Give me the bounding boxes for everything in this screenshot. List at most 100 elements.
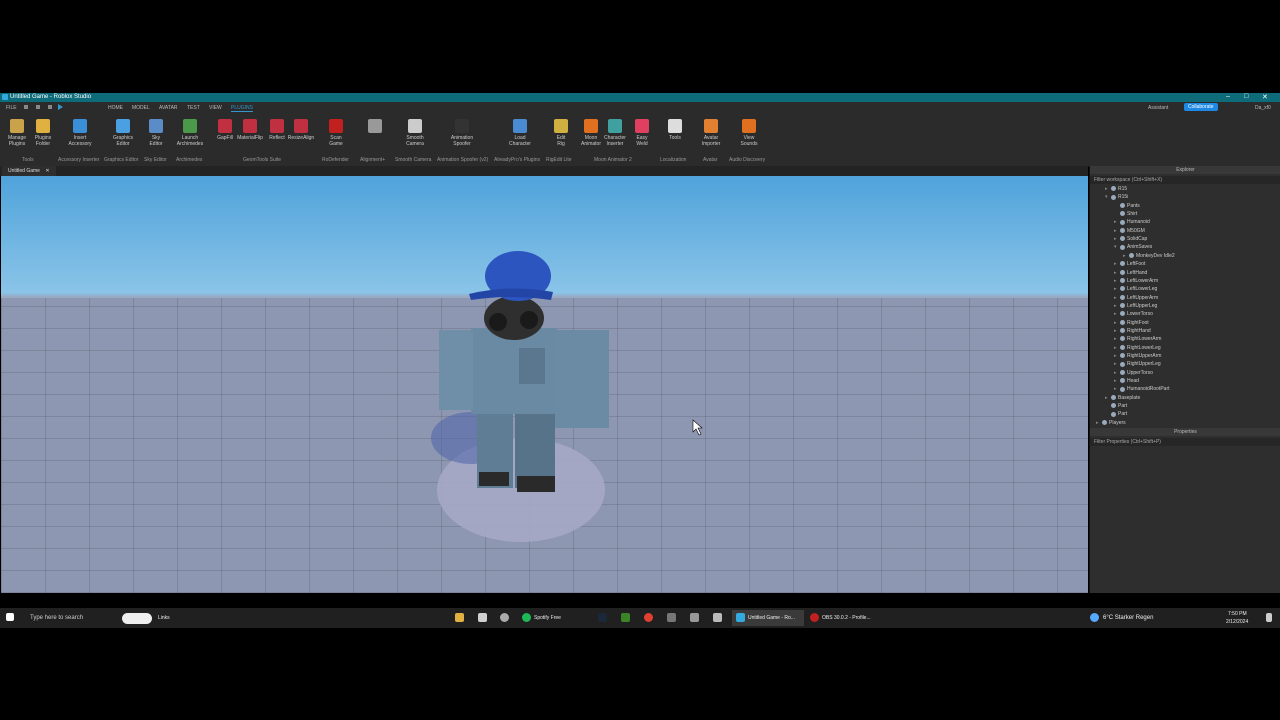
- alignment-button[interactable]: [360, 119, 390, 135]
- accessory-button[interactable]: Insert Accessory: [65, 119, 95, 147]
- explorer-item[interactable]: ▸ LeftUpperLeg: [1114, 302, 1157, 310]
- taskbar-search-input[interactable]: Type here to search: [30, 612, 83, 624]
- explorer-item[interactable]: ▾ R15i: [1105, 193, 1128, 201]
- ribbon-group-label: Tools: [22, 157, 34, 163]
- explorer-item[interactable]: ▸ RightLowerArm: [1114, 335, 1161, 343]
- tab-plugins[interactable]: PLUGINS: [231, 105, 253, 112]
- taskbar-roblox-studio[interactable]: Untitled Game - Ro...: [748, 612, 795, 624]
- app-icon[interactable]: [667, 613, 676, 622]
- expand-arrow-icon[interactable]: ▸: [1114, 335, 1120, 343]
- explorer-filter-input[interactable]: Filter workspace (Ctrl+Shift+X): [1090, 176, 1280, 184]
- close-tab-icon[interactable]: ✕: [45, 168, 49, 174]
- load-character-button[interactable]: Load Character: [505, 119, 535, 147]
- ribbon-group-label: Archimedes: [176, 157, 203, 163]
- explorer-item[interactable]: ▸ LowerTorso: [1114, 310, 1153, 318]
- windows-start-icon[interactable]: [6, 613, 14, 621]
- user-menu[interactable]: Da_xf0: [1255, 105, 1271, 111]
- scan-button[interactable]: Scan Game: [321, 119, 351, 147]
- obs-icon[interactable]: [810, 613, 819, 622]
- explorer-item[interactable]: ▸ HumanoidRootPart: [1114, 385, 1170, 393]
- explorer-item-label: AnimSaves: [1127, 244, 1153, 251]
- expand-arrow-icon[interactable]: ▸: [1114, 310, 1120, 318]
- animation-spoofer-button[interactable]: Animation Spoofer: [447, 119, 477, 147]
- app-icon-2[interactable]: [690, 613, 699, 622]
- steam-icon[interactable]: [598, 613, 607, 622]
- clock-time[interactable]: 7:50 PM: [1228, 610, 1247, 618]
- chrome-icon[interactable]: [644, 613, 653, 622]
- explorer-item[interactable]: ▸ Players: [1096, 419, 1126, 425]
- explorer-item[interactable]: ▸ LeftFoot: [1114, 260, 1145, 268]
- open-icon[interactable]: [36, 105, 40, 109]
- weather-text[interactable]: 6°C Starker Regen: [1103, 612, 1153, 624]
- links-toolbar[interactable]: Links: [158, 612, 170, 624]
- explorer-item[interactable]: ▸ Head: [1114, 377, 1139, 385]
- explorer-item[interactable]: ▸ RightFoot: [1114, 319, 1149, 327]
- tab-view[interactable]: VIEW: [209, 105, 222, 111]
- taskbar-obs[interactable]: OBS 30.0.2 - Profile...: [822, 612, 871, 624]
- tab-home[interactable]: HOME: [108, 105, 123, 111]
- spotify-icon[interactable]: [522, 613, 531, 622]
- minimize-button[interactable]: –: [1226, 93, 1230, 100]
- collaborate-button[interactable]: Collaborate: [1184, 103, 1218, 111]
- fx-button[interactable]: Graphics Editor: [108, 119, 138, 147]
- explorer-item[interactable]: Pants: [1114, 202, 1140, 210]
- explorer-item[interactable]: ▸ RightLowerLeg: [1114, 344, 1161, 352]
- store-icon[interactable]: [478, 613, 487, 622]
- explorer-item[interactable]: ▸ SolidCap: [1114, 235, 1147, 243]
- taskbar-spotify[interactable]: Spotify Free: [534, 612, 561, 624]
- tools-button[interactable]: Tools: [660, 119, 690, 141]
- explorer-item[interactable]: ▸ R15: [1105, 185, 1127, 193]
- avatar-importer-button[interactable]: Avatar Importer: [696, 119, 726, 147]
- explorer-item[interactable]: ▸ Baseplate: [1105, 394, 1140, 402]
- folder-button[interactable]: Plugins Folder: [28, 119, 58, 147]
- clock-date[interactable]: 2/12/2024: [1226, 618, 1248, 626]
- explorer-item[interactable]: ▸ UpperTorso: [1114, 369, 1153, 377]
- tab-test[interactable]: TEST: [187, 105, 200, 111]
- ribbon-button-label: Smooth Camera: [406, 135, 424, 147]
- 3d-viewport[interactable]: [1, 176, 1088, 593]
- ribbon-group-label: Animation Spoofer (v2): [437, 157, 489, 163]
- tab-avatar[interactable]: AVATAR: [159, 105, 178, 111]
- camera-button[interactable]: Smooth Camera: [400, 119, 430, 147]
- app-icon-3[interactable]: [713, 613, 722, 622]
- sounds-button[interactable]: View Sounds: [734, 119, 764, 147]
- explorer-item[interactable]: Part: [1105, 402, 1127, 410]
- materialflip-button[interactable]: MaterialFlip: [235, 119, 265, 141]
- close-button[interactable]: ✕: [1262, 93, 1268, 101]
- explorer-item[interactable]: ▸ RightUpperLeg: [1114, 360, 1161, 368]
- tab-untitled-game[interactable]: Untitled Game ✕: [2, 166, 56, 176]
- file-explorer-icon[interactable]: [455, 613, 464, 622]
- explorer-item[interactable]: ▸ RightHand: [1114, 327, 1151, 335]
- explorer-item[interactable]: Part: [1105, 410, 1127, 418]
- explorer-item[interactable]: ▸ Humanoid: [1114, 218, 1150, 226]
- archimedes-button[interactable]: Launch Archimedes: [175, 119, 205, 147]
- explorer-item[interactable]: ▾ AnimSaves: [1114, 243, 1152, 251]
- properties-filter-input[interactable]: Filter Properties (Ctrl+Shift+P): [1090, 438, 1280, 446]
- expand-arrow-icon[interactable]: ▸: [1114, 285, 1120, 293]
- notification-icon[interactable]: [1266, 613, 1272, 622]
- assistant-button[interactable]: Assistant: [1148, 105, 1168, 111]
- maximize-button[interactable]: □: [1244, 93, 1248, 100]
- instance-icon: [1120, 219, 1125, 225]
- explorer-item[interactable]: ▸ LeftUpperArm: [1114, 294, 1158, 302]
- edit-rig-button[interactable]: Edit Rig: [546, 119, 576, 147]
- easy-weld-button[interactable]: Easy Weld: [627, 119, 657, 147]
- explorer-item[interactable]: ▸ LeftLowerLeg: [1114, 285, 1157, 293]
- settings-icon[interactable]: [500, 613, 509, 622]
- explorer-item[interactable]: ▸ LeftHand: [1114, 269, 1147, 277]
- play-icon[interactable]: [58, 104, 63, 110]
- explorer-item[interactable]: ▸ LeftLowerArm: [1114, 277, 1158, 285]
- save-icon[interactable]: [24, 105, 28, 109]
- undo-icon[interactable]: [48, 105, 52, 109]
- resizealign-button[interactable]: ResizeAlign: [286, 119, 316, 141]
- explorer-item[interactable]: ▸ RightUpperArm: [1114, 352, 1161, 360]
- tab-model[interactable]: MODEL: [132, 105, 150, 111]
- explorer-item[interactable]: Shirt: [1114, 210, 1137, 218]
- explorer-item[interactable]: ▸ M50GM: [1114, 227, 1145, 235]
- explorer-item[interactable]: ▸ MonkeyDev Idle2: [1123, 252, 1175, 260]
- file-menu[interactable]: FILE: [6, 105, 17, 111]
- xbox-icon[interactable]: [621, 613, 630, 622]
- character-inserter-button[interactable]: Character Inserter: [600, 119, 630, 147]
- search-highlight-icon[interactable]: [122, 613, 152, 624]
- sky-button[interactable]: Sky Editor: [141, 119, 171, 147]
